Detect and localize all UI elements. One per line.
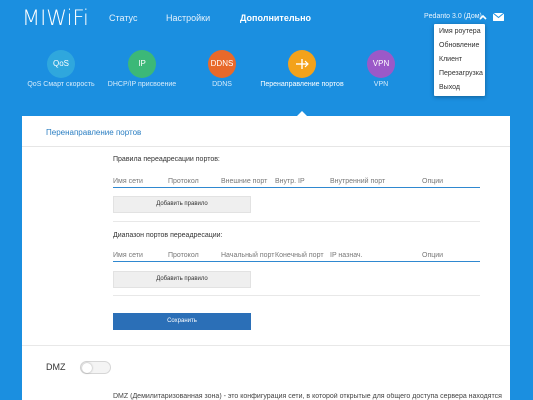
range-title: Диапазон портов переадресации: <box>113 232 223 239</box>
rules-col-name: Имя сети <box>113 178 143 185</box>
mail-icon[interactable] <box>493 13 504 21</box>
port-forwarding-icon <box>288 50 316 78</box>
ip-icon: IP <box>128 50 156 78</box>
feature-ddns[interactable]: DDNS DDNS <box>177 50 267 92</box>
feature-label: VPN <box>373 81 389 88</box>
logo: MIWiFi <box>22 6 89 30</box>
range-header-line <box>113 261 480 262</box>
user-menu: Имя роутера Обновление Клиент Перезагруз… <box>434 24 485 96</box>
nav-advanced[interactable]: Дополнительно <box>240 13 311 23</box>
range-col-options: Опции <box>422 252 444 259</box>
range-col-protocol: Протокол <box>168 252 199 259</box>
feature-label: DHCP/IP присвоение <box>107 81 177 88</box>
rules-title: Правила переадресации портов: <box>113 156 220 163</box>
feature-dhcp[interactable]: IP DHCP/IP присвоение <box>97 50 187 92</box>
dmz-description: DMZ (Демилитаризованная зона) - это конф… <box>113 393 503 400</box>
toggle-knob <box>82 363 92 373</box>
menu-item-client[interactable]: Клиент <box>439 56 462 63</box>
divider <box>22 345 510 346</box>
divider <box>113 221 480 222</box>
feature-label: QoS Смарт скорость <box>27 81 95 88</box>
arrows-icon <box>296 59 309 69</box>
add-rule-button[interactable]: Добавить правило <box>113 196 251 213</box>
menu-item-logout[interactable]: Выход <box>439 84 460 91</box>
range-col-dest-ip: IP назнач. <box>330 252 363 259</box>
menu-item-update[interactable]: Обновление <box>439 42 479 49</box>
add-range-button[interactable]: Добавить правило <box>113 271 251 288</box>
feature-qos[interactable]: QoS QoS Смарт скорость <box>16 50 106 92</box>
range-col-end-port: Конечный порт <box>275 252 324 259</box>
feature-label: Перенаправление портов <box>260 81 344 88</box>
qos-icon: QoS <box>47 50 75 78</box>
feature-vpn[interactable]: VPN VPN <box>336 50 426 92</box>
range-col-start-port: Начальный порт <box>221 252 275 259</box>
feature-port-forwarding[interactable]: Перенаправление портов <box>257 50 347 92</box>
rules-col-int-ip: Внутр. IP <box>275 178 305 185</box>
menu-item-router-name[interactable]: Имя роутера <box>439 28 481 35</box>
dmz-label: DMZ <box>46 362 66 372</box>
rules-col-int-port: Внутренний порт <box>330 178 386 185</box>
menu-item-reboot[interactable]: Перезагрузка <box>439 70 483 77</box>
rules-header-line <box>113 187 480 188</box>
rules-col-options: Опции <box>422 178 444 185</box>
save-button[interactable]: Сохранить <box>113 313 251 330</box>
panel-title: Перенаправление портов <box>46 128 142 137</box>
vpn-icon: VPN <box>367 50 395 78</box>
port-forwarding-panel: Перенаправление портов Правила переадрес… <box>22 116 510 400</box>
rules-col-protocol: Протокол <box>168 178 199 185</box>
divider <box>113 295 480 296</box>
range-col-name: Имя сети <box>113 252 143 259</box>
nav-settings[interactable]: Настройки <box>166 13 210 23</box>
nav-status[interactable]: Статус <box>109 13 137 23</box>
rules-col-ext-port: Внешние порт <box>221 178 268 185</box>
chevron-up-icon[interactable] <box>478 12 488 22</box>
feature-label: DDNS <box>212 81 232 88</box>
dmz-toggle[interactable] <box>80 361 111 374</box>
ddns-icon: DDNS <box>208 50 236 78</box>
user-name[interactable]: Pedanto 3.0 (Дом) <box>424 13 482 20</box>
divider <box>22 146 510 147</box>
